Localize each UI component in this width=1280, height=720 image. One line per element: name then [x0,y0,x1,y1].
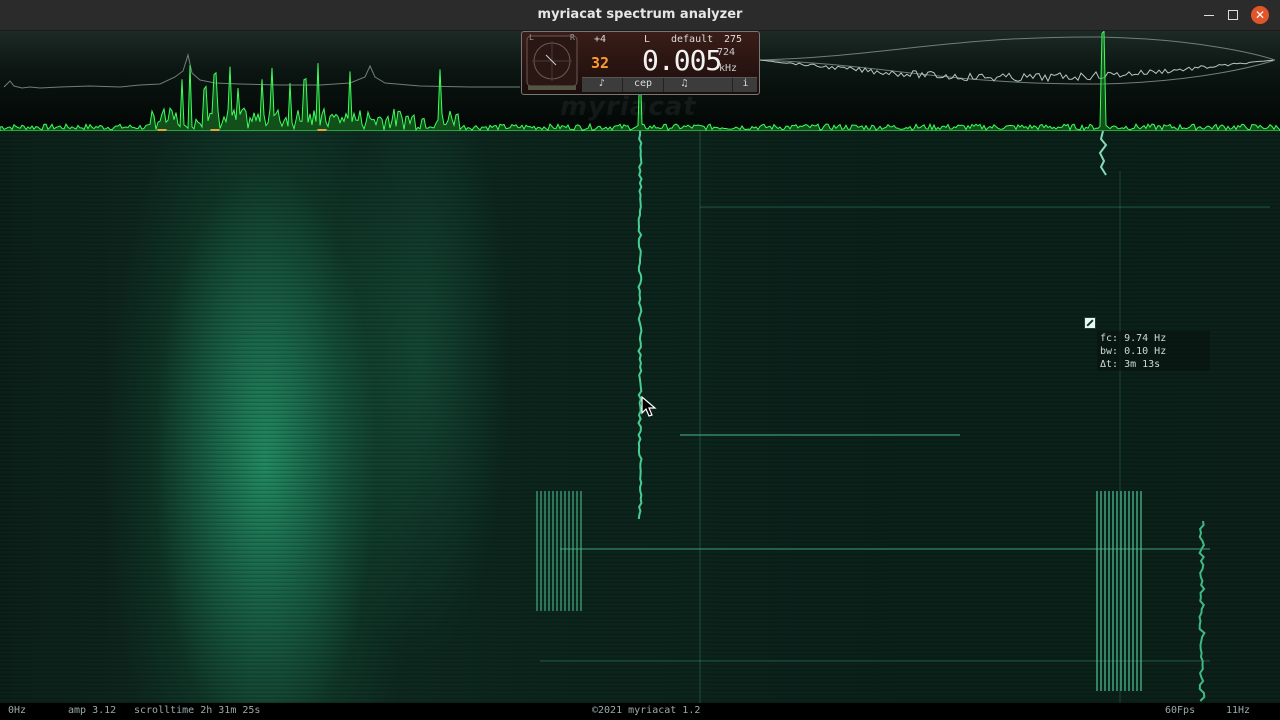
watermark-logo: myriacat [560,92,697,122]
info-button[interactable]: i [732,78,758,92]
status-bar: 0Hz amp 3.12 scrolltime 2h 31m 25s ©2021… [0,703,1280,720]
frequency-readout: 0.005 [642,44,722,77]
frequency-unit: kHz [719,63,738,74]
waterfall-lines [536,131,1270,703]
measurement-fc: fc: 9.74 Hz [1100,333,1167,344]
small-readout: 32 [591,54,610,72]
music-note-icon[interactable]: ♪ [582,78,622,92]
waveform-envelope [759,36,1276,61]
instrument-panel[interactable]: L R +4 L default 275 32 0.005 724 kHz ♪ … [521,31,760,95]
pulse-band [536,491,584,611]
music-notes-icon[interactable]: ♫ [662,78,707,92]
mouse-pointer-icon [641,396,657,417]
freq-high-label: 11Hz [1226,705,1251,716]
window-title: myriacat spectrum analyzer [537,7,743,22]
close-icon[interactable]: ✕ [1251,6,1269,24]
waterfall-spectrogram[interactable] [0,131,1280,703]
stereo-scope [526,35,578,90]
measurement-tooltip: fc: 9.74 Hz bw: 0.10 Hz Δt: 3m 13s [1097,331,1210,371]
tone-trace [1098,131,1108,176]
measurement-bw: bw: 0.10 Hz [1100,346,1167,357]
fps-label: 60Fps [1165,705,1196,716]
cepstrum-button[interactable]: cep [622,78,664,92]
waveform-trace [759,59,1274,83]
panel-toolbar: ♪ cep ♫ i [582,77,757,92]
maximize-icon[interactable] [1226,8,1240,22]
octave-label[interactable]: +4 [594,34,606,45]
amp-label[interactable]: amp 3.12 [68,705,116,716]
measurement-marker-icon[interactable] [1084,317,1096,329]
minimize-icon[interactable] [1202,8,1216,22]
tone-trace [637,131,643,520]
preset-number: 275 [724,34,743,45]
frequency-sub-readout: 724 [717,47,736,58]
waveform-path [759,59,1274,83]
measurement-dt: Δt: 3m 13s [1100,359,1161,370]
scrolltime-label[interactable]: scrolltime 2h 31m 25s [134,705,260,716]
scope-left-label: L [529,33,534,42]
scope-right-label: R [570,33,575,42]
freq-low-label: 0Hz [8,705,27,716]
pulse-band [1096,491,1144,691]
copyright-label: ©2021 myriacat 1.2 [592,705,701,716]
title-bar: myriacat spectrum analyzer ✕ [0,0,1280,31]
waveform-envelope-lower [759,59,1276,85]
